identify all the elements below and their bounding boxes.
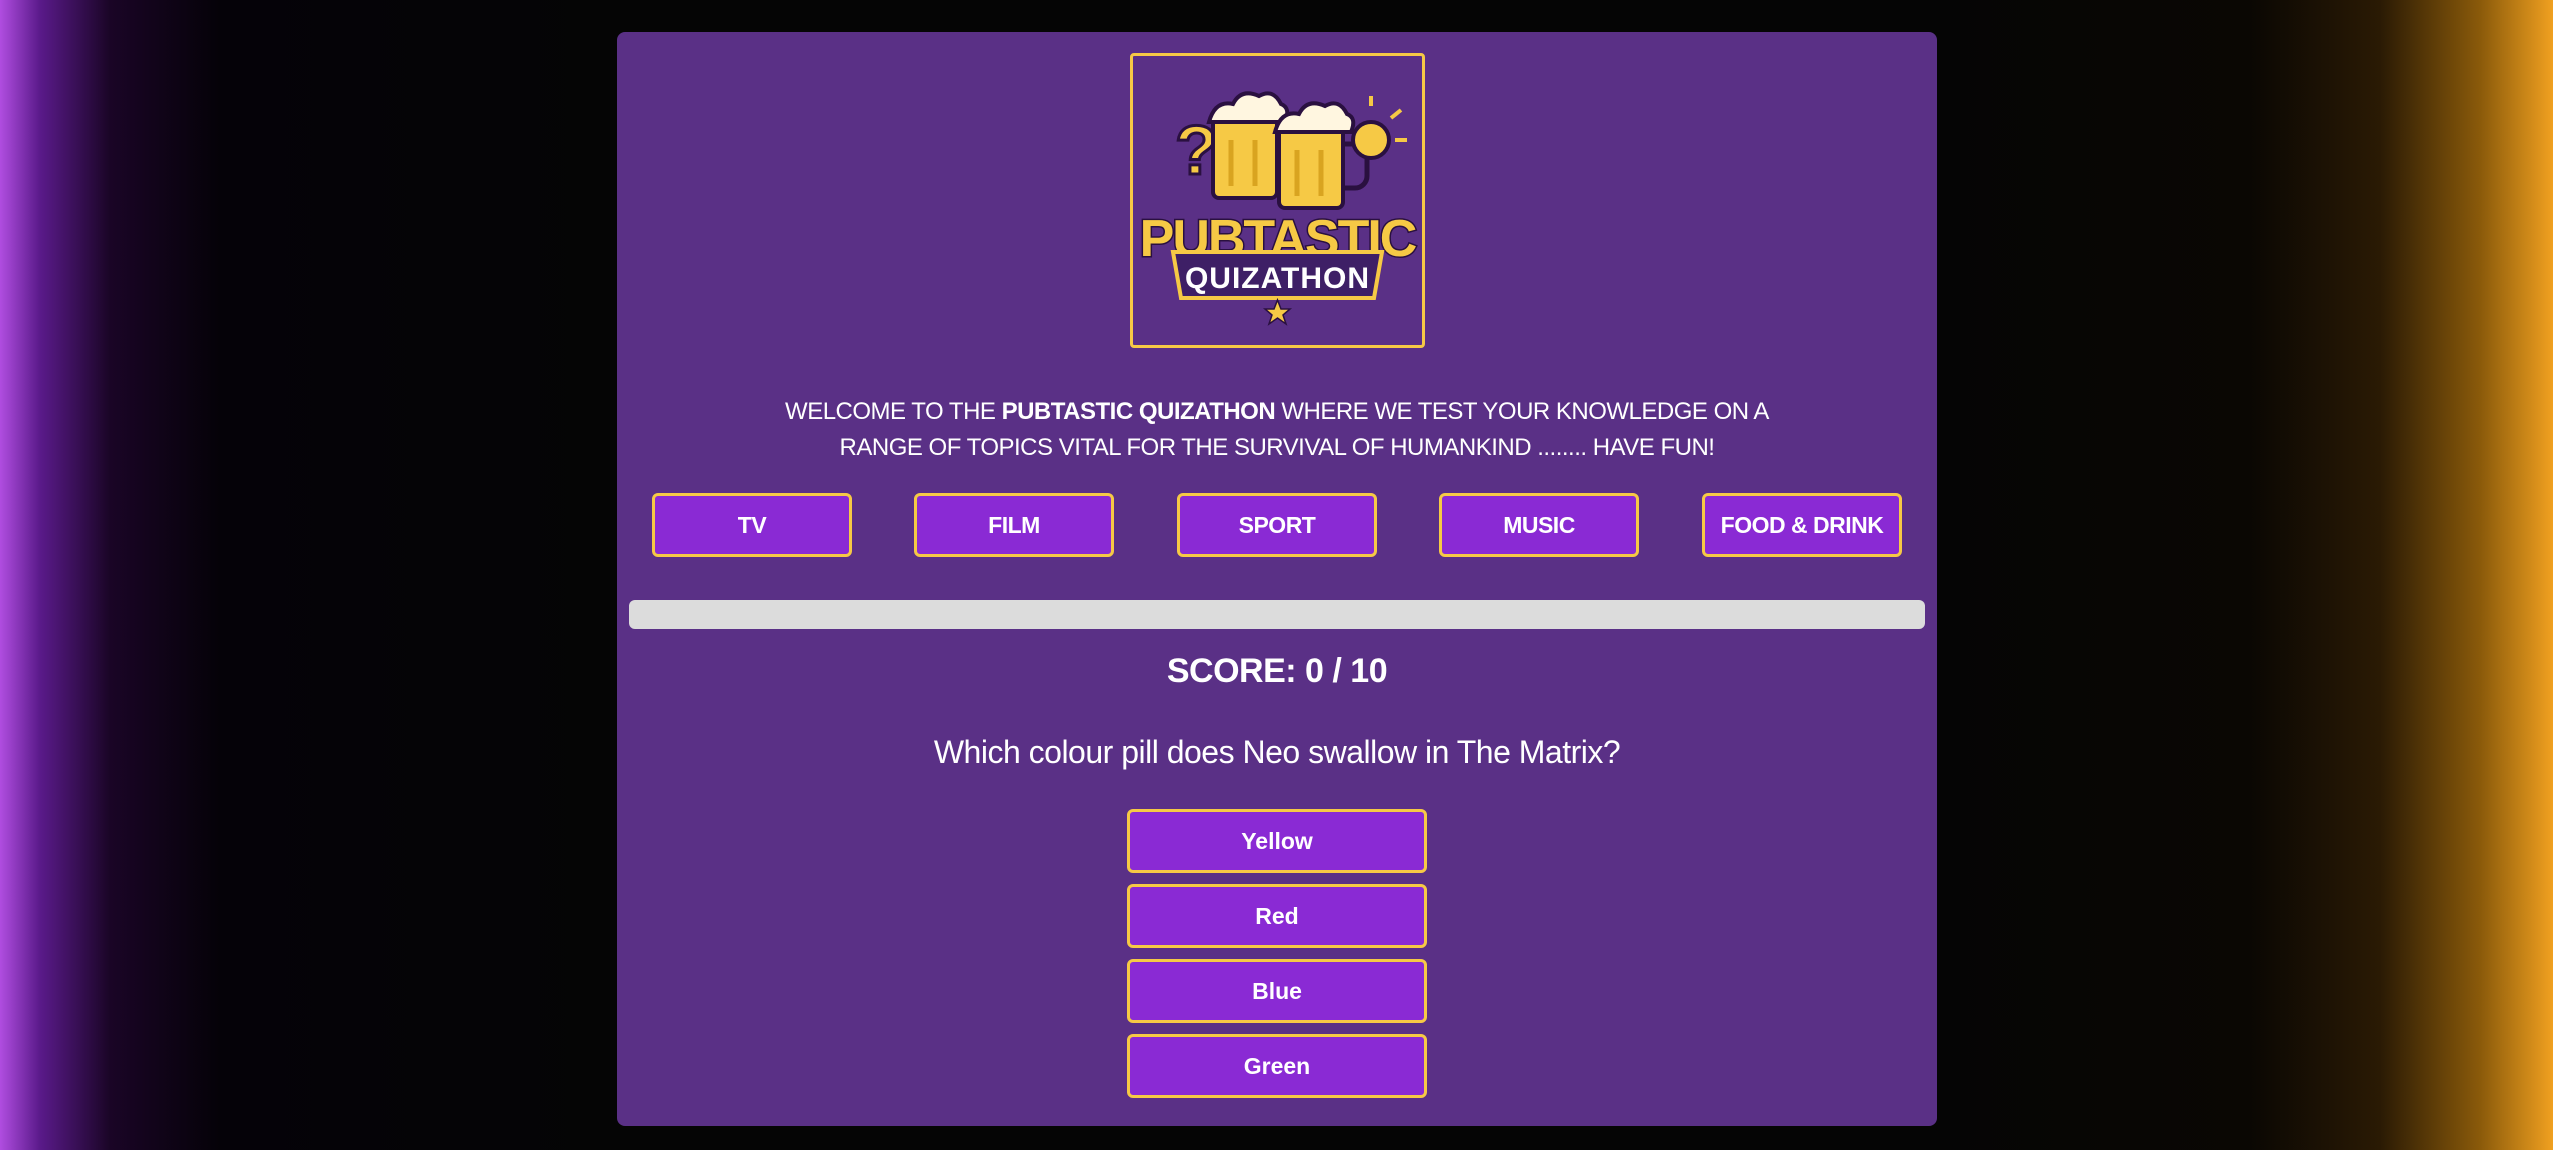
category-music-button[interactable]: MUSIC [1439, 493, 1639, 557]
category-bar: TV FILM SPORT MUSIC FOOD & DRINK [652, 493, 1902, 557]
quiz-card: ? PUBTASTIC QUIZATHON WELCOME TO THE PUB… [617, 32, 1937, 1126]
welcome-line-1: WELCOME TO THE PUBTASTIC QUIZATHON WHERE… [617, 394, 1937, 430]
welcome-line-2: RANGE OF TOPICS VITAL FOR THE SURVIVAL O… [839, 434, 1715, 461]
welcome-message: WELCOME TO THE PUBTASTIC QUIZATHON WHERE… [617, 394, 1937, 466]
welcome-brand: PUBTASTIC QUIZATHON [1001, 398, 1276, 425]
beer-mugs-lightbulb-icon: ? PUBTASTIC QUIZATHON [1138, 91, 1420, 326]
category-food-drink-button[interactable]: FOOD & DRINK [1702, 493, 1902, 557]
answer-red-button[interactable]: Red [1127, 884, 1427, 948]
question-text: Which colour pill does Neo swallow in Th… [933, 734, 1621, 770]
category-sport-button[interactable]: SPORT [1177, 493, 1377, 557]
progress-bar [629, 600, 1925, 629]
category-film-button[interactable]: FILM [914, 493, 1114, 557]
category-tv-button[interactable]: TV [652, 493, 852, 557]
answer-green-button[interactable]: Green [1127, 1034, 1427, 1098]
welcome-suffix: WHERE WE TEST YOUR KNOWLEDGE ON A [1275, 398, 1769, 425]
welcome-prefix: WELCOME TO THE [785, 398, 1002, 425]
lightbulb-icon [1351, 96, 1407, 160]
quiz-logo: ? PUBTASTIC QUIZATHON [1130, 53, 1425, 348]
logo-subtitle: QUIZATHON [1185, 262, 1370, 295]
right-beer-mug-icon [1272, 101, 1370, 210]
answer-yellow-button[interactable]: Yellow [1127, 809, 1427, 873]
score-display: SCORE: 0 / 10 [1166, 652, 1388, 690]
answer-blue-button[interactable]: Blue [1127, 959, 1427, 1023]
star-icon [1262, 297, 1293, 326]
